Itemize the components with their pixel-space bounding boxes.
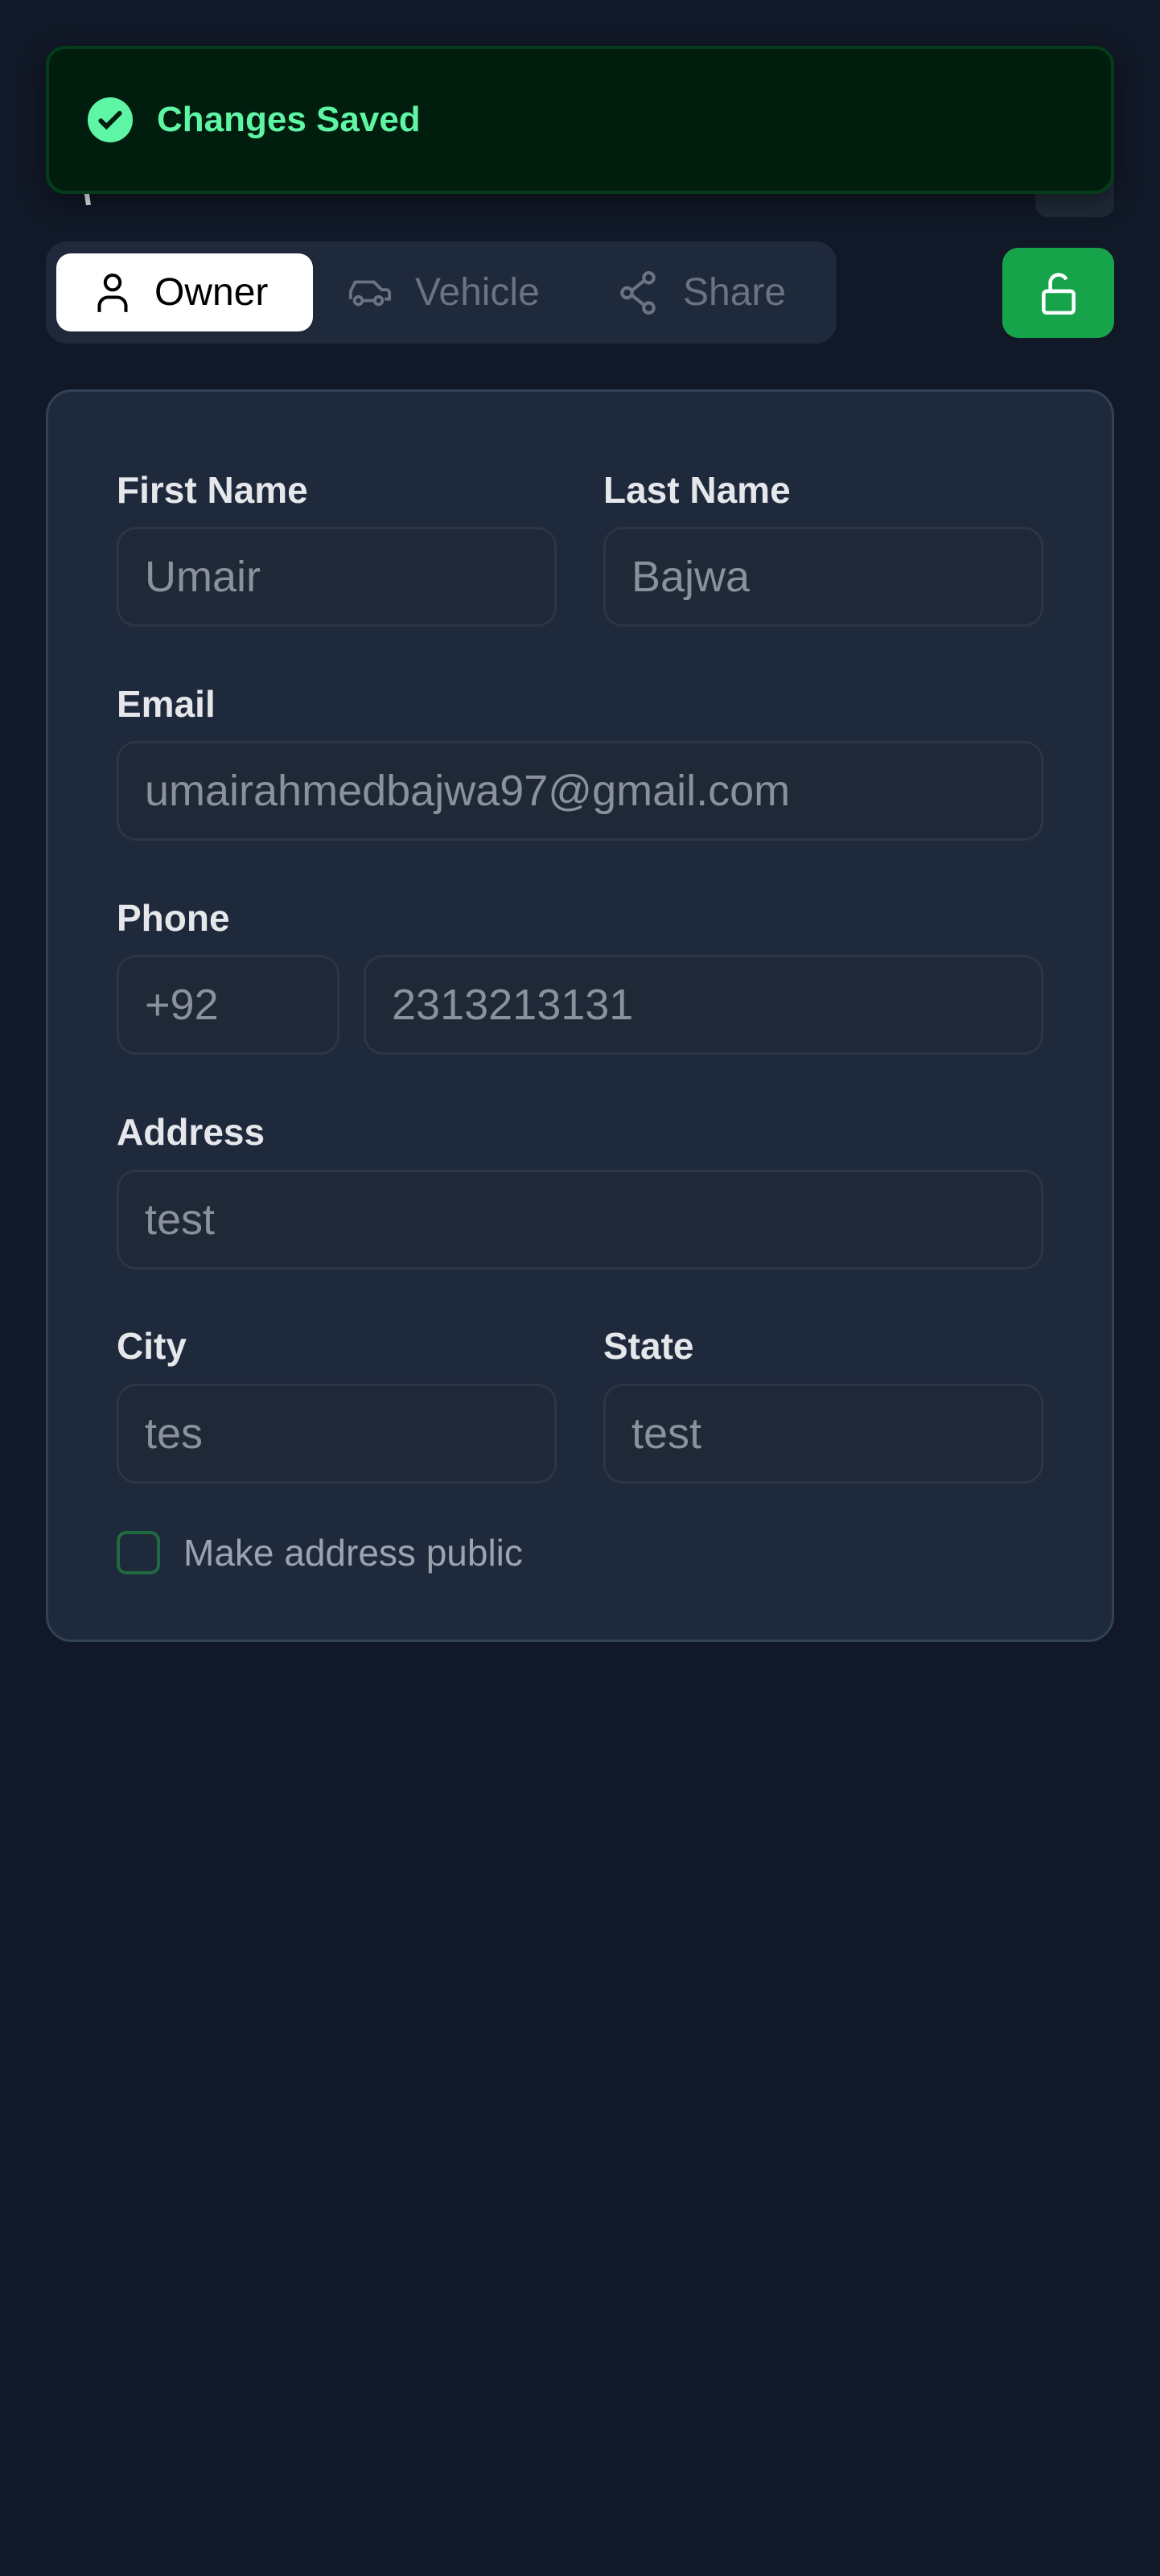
last-name-input[interactable] (603, 527, 1043, 627)
user-icon (97, 273, 128, 312)
toast-message: Changes Saved (157, 100, 421, 139)
last-name-label: Last Name (603, 469, 791, 511)
make-address-public-label[interactable]: Make address public (183, 1531, 523, 1574)
city-label: City (117, 1325, 187, 1367)
tab-label: Share (683, 271, 787, 314)
tab-owner[interactable]: Owner (56, 253, 313, 331)
city-input[interactable] (117, 1384, 557, 1483)
state-input[interactable] (603, 1384, 1043, 1483)
state-label: State (603, 1325, 694, 1367)
tab-label: Vehicle (415, 271, 540, 314)
toast-notification: Changes Saved (46, 46, 1114, 194)
phone-label: Phone (117, 897, 230, 939)
tab-bar: Owner Vehicle Share (46, 241, 837, 344)
first-name-label: First Name (117, 469, 308, 511)
tab-share[interactable]: Share (619, 253, 786, 331)
first-name-input[interactable] (117, 527, 557, 627)
tab-label: Owner (154, 271, 269, 314)
email-input[interactable] (117, 741, 1043, 841)
unlock-icon (1041, 273, 1076, 315)
check-circle-icon (88, 97, 133, 142)
share-icon (620, 270, 656, 315)
unlock-button[interactable] (1002, 248, 1114, 338)
car-icon (348, 280, 391, 306)
make-address-public-checkbox[interactable] (117, 1531, 160, 1574)
country-code-input[interactable] (117, 955, 339, 1055)
address-label: Address (117, 1111, 265, 1153)
phone-number-input[interactable] (364, 955, 1043, 1055)
address-input[interactable] (117, 1170, 1043, 1269)
tab-vehicle[interactable]: Vehicle (348, 253, 540, 331)
email-label: Email (117, 683, 216, 725)
